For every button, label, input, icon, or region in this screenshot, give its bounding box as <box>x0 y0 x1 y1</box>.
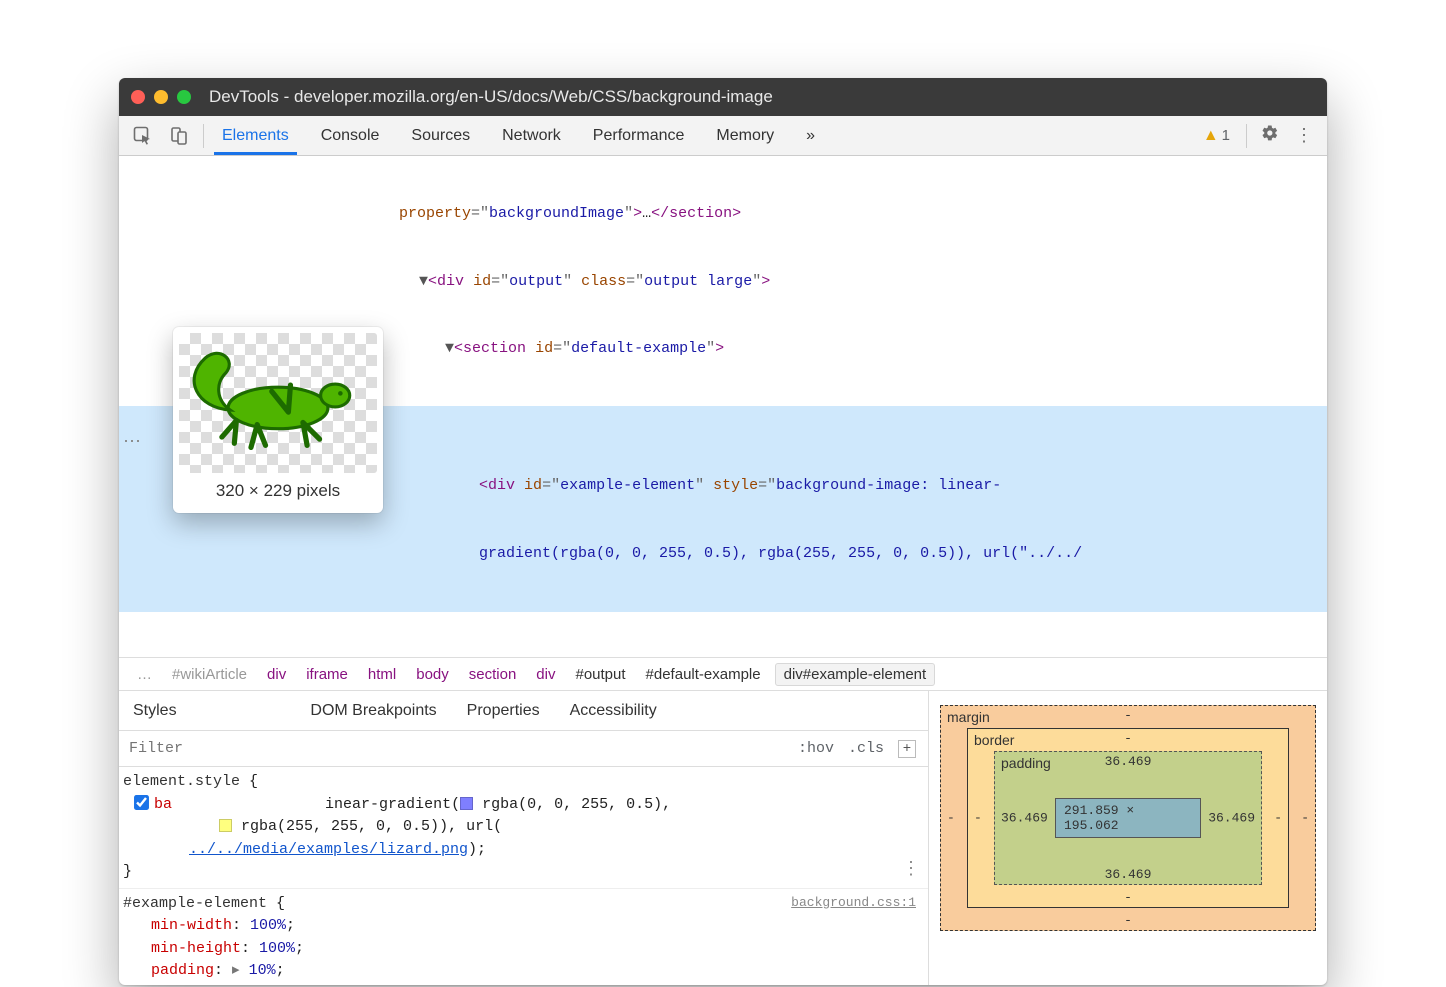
color-swatch-icon[interactable] <box>219 819 232 832</box>
box-model-margin[interactable]: margin - - - - border - - - - padding 36… <box>940 705 1316 931</box>
crumb-item[interactable]: div <box>257 666 296 683</box>
crumb-item[interactable]: html <box>358 666 406 683</box>
subtab-dom-breakpoints[interactable]: DOM Breakpoints <box>310 702 436 720</box>
more-tabs-button[interactable]: » <box>804 119 817 153</box>
styles-pane: Styles Computed DOM Breakpoints Properti… <box>119 691 1327 985</box>
crumb-item[interactable]: div <box>526 666 565 683</box>
rule-more-icon[interactable]: ⋮ <box>902 857 920 884</box>
tab-network[interactable]: Network <box>500 119 563 153</box>
crumb-item[interactable]: section <box>459 666 527 683</box>
styles-subtabs: Styles Computed DOM Breakpoints Properti… <box>119 691 928 731</box>
warning-count: 1 <box>1222 127 1230 144</box>
zoom-window-button[interactable] <box>177 90 191 104</box>
settings-icon[interactable] <box>1253 124 1287 147</box>
titlebar: DevTools - developer.mozilla.org/en-US/d… <box>119 78 1327 116</box>
box-model-panel: margin - - - - border - - - - padding 36… <box>929 691 1327 985</box>
crumb-item[interactable]: iframe <box>296 666 358 683</box>
image-preview <box>179 333 377 473</box>
subtab-styles[interactable]: Styles <box>133 702 177 720</box>
crumb-item[interactable]: body <box>406 666 459 683</box>
style-rule-sheet[interactable]: background.css:1 #example-element { min-… <box>119 889 928 987</box>
image-preview-tooltip: 320 × 229 pixels <box>173 327 383 513</box>
window-controls <box>131 90 191 104</box>
tab-memory[interactable]: Memory <box>714 119 776 153</box>
add-rule-button[interactable]: + <box>898 740 916 758</box>
color-swatch-icon[interactable] <box>460 797 473 810</box>
box-model-padding[interactable]: padding 36.469 36.469 36.469 36.469 291.… <box>994 751 1262 885</box>
cls-toggle[interactable]: .cls <box>848 740 884 757</box>
box-model-content[interactable]: 291.859 × 195.062 <box>1055 798 1201 838</box>
toolbar-divider <box>1246 124 1247 148</box>
crumb-item[interactable]: #wikiArticle <box>162 666 257 683</box>
url-link[interactable]: ../../media/examples/lizard.png <box>189 841 468 858</box>
styles-column: Styles Computed DOM Breakpoints Properti… <box>119 691 929 985</box>
warning-icon: ▲ <box>1203 127 1219 145</box>
panel-tabs: Elements Console Sources Network Perform… <box>220 119 817 153</box>
main-toolbar: Elements Console Sources Network Perform… <box>119 116 1327 156</box>
minimize-window-button[interactable] <box>154 90 168 104</box>
style-rule-element[interactable]: element.style { background-image: linear… <box>119 767 928 889</box>
dom-node[interactable]: property="backgroundImage">…</section> <box>119 203 1327 226</box>
expand-ellipsis-icon[interactable]: ⋯ <box>123 430 141 457</box>
crumb-item[interactable]: #default-example <box>636 666 771 683</box>
subtab-accessibility[interactable]: Accessibility <box>570 702 657 720</box>
source-link[interactable]: background.css:1 <box>791 893 916 913</box>
crumb-item[interactable]: #output <box>565 666 635 683</box>
box-model-border[interactable]: border - - - - padding 36.469 36.469 36.… <box>967 728 1289 908</box>
styles-filter-input[interactable] <box>119 739 786 758</box>
inspect-element-icon[interactable] <box>125 122 161 150</box>
devtools-window: DevTools - developer.mozilla.org/en-US/d… <box>119 78 1327 985</box>
tab-console[interactable]: Console <box>319 119 382 153</box>
more-options-icon[interactable]: ⋮ <box>1287 125 1321 146</box>
tab-performance[interactable]: Performance <box>591 119 687 153</box>
hov-toggle[interactable]: :hov <box>798 740 834 757</box>
dom-node[interactable]: ▼<div id="output" class="output large"> <box>119 271 1327 294</box>
tab-sources[interactable]: Sources <box>409 119 472 153</box>
breadcrumb[interactable]: … #wikiArticle div iframe html body sect… <box>119 657 1327 691</box>
window-title: DevTools - developer.mozilla.org/en-US/d… <box>209 87 773 107</box>
property-toggle-checkbox[interactable] <box>134 795 149 810</box>
subtab-properties[interactable]: Properties <box>467 702 540 720</box>
toolbar-divider <box>203 124 204 148</box>
warnings-indicator[interactable]: ▲ 1 <box>1203 127 1230 145</box>
crumb-selected[interactable]: div#example-element <box>775 663 936 686</box>
device-toolbar-icon[interactable] <box>161 122 197 150</box>
image-dimensions: 320 × 229 pixels <box>179 473 377 507</box>
crumb-more[interactable]: … <box>127 666 162 683</box>
tab-elements[interactable]: Elements <box>220 119 291 153</box>
close-window-button[interactable] <box>131 90 145 104</box>
styles-filter-row: :hov .cls + <box>119 731 928 767</box>
